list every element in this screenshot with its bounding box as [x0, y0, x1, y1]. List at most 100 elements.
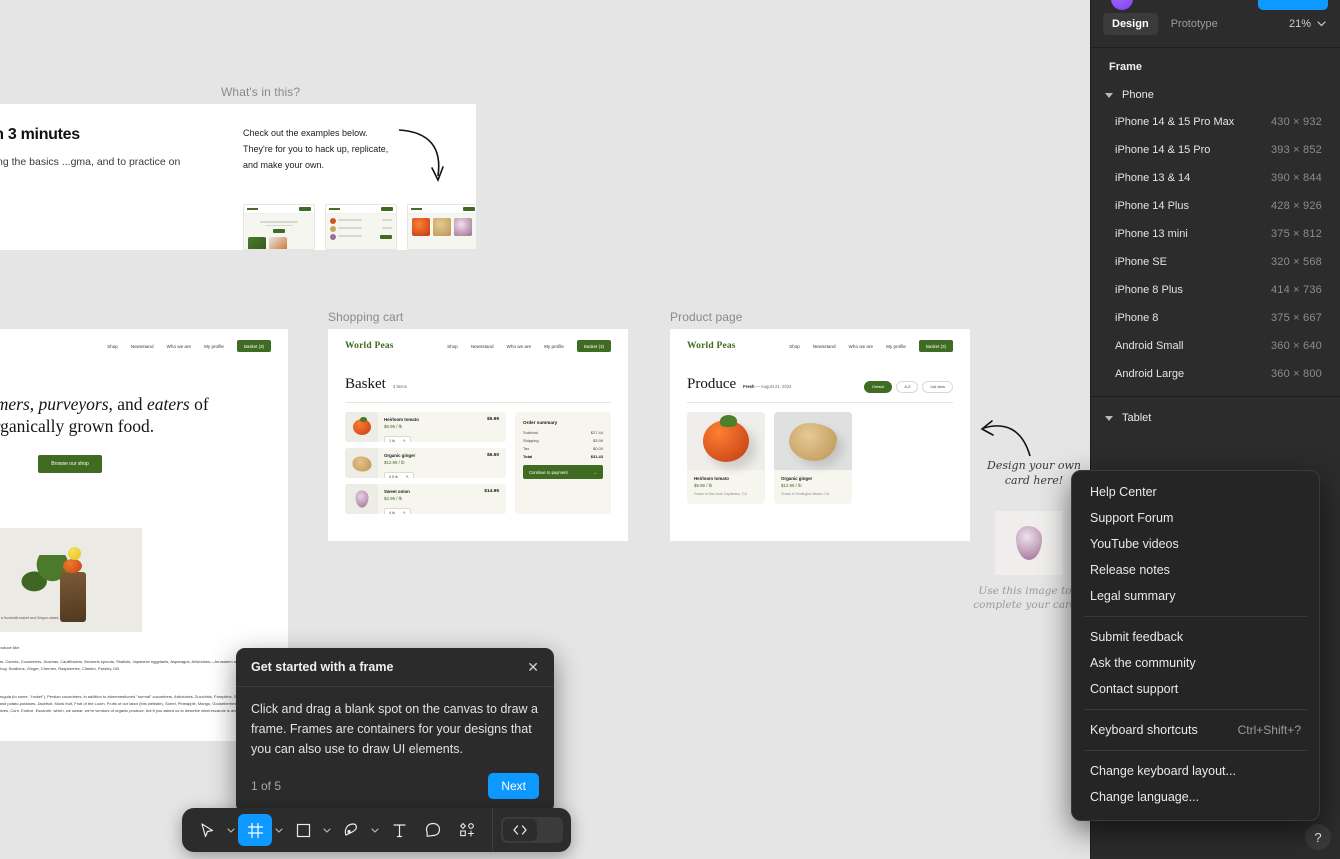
tooltip-body: Click and drag a blank spot on the canva… — [251, 702, 538, 756]
nav-link-who-we-are[interactable]: Who we are — [167, 344, 192, 349]
menu-item-submit-feedback[interactable]: Submit feedback — [1072, 624, 1319, 650]
device-row-iphone-se[interactable]: iPhone SE 320 × 568 — [1091, 248, 1340, 276]
mini-preview-product — [407, 204, 476, 250]
frame-intro[interactable]: ...et Figma, in 3 minutes ...space is fo… — [0, 104, 222, 250]
shape-tool-icon[interactable] — [286, 814, 320, 846]
summary-row-total: Total $31.43 — [523, 454, 603, 459]
device-row-iphone-14-plus[interactable]: iPhone 14 Plus 428 × 926 — [1091, 192, 1340, 220]
device-row-iphone-14-15-pro-max[interactable]: iPhone 14 & 15 Pro Max 430 × 932 — [1091, 108, 1340, 136]
product-nav-my-profile[interactable]: My profile — [886, 344, 906, 349]
chip-default[interactable]: Default — [864, 381, 893, 393]
product-nav-shop[interactable]: Shop — [789, 344, 800, 349]
comment-tool-icon[interactable] — [416, 814, 450, 846]
chip-a-z[interactable]: A-Z — [896, 381, 919, 393]
hero-heading: We're farmers, purveyors, and eaters of … — [0, 394, 209, 437]
product-origin: Grown in Huntington Beach, CA — [781, 492, 830, 496]
dev-mode-toggle[interactable] — [501, 817, 563, 843]
cart-nav-newsstand[interactable]: Newsstand — [471, 344, 494, 349]
cart-site-logo[interactable]: World Peas — [345, 341, 394, 351]
product-card[interactable]: Heirloom tomato $5.99 / lb Grown in San … — [687, 412, 765, 504]
edit-pencil-icon[interactable]: ✎ — [403, 439, 406, 443]
nav-link-my-profile[interactable]: My profile — [204, 344, 224, 349]
frame-label-shopping-cart[interactable]: Shopping cart — [328, 310, 403, 324]
item-total-price: $6.50 — [486, 453, 499, 458]
cart-line-item[interactable]: Heirloom tomato $5.99 / lb 1 lb ✎ $5.99 — [345, 412, 506, 442]
device-row-android-large[interactable]: Android Large 360 × 800 — [1091, 360, 1340, 388]
pen-tool-icon[interactable] — [334, 814, 368, 846]
product-nav-who-we-are[interactable]: Who we are — [849, 344, 874, 349]
nav-basket-button[interactable]: Basket (3) — [236, 340, 271, 352]
product-site-logo[interactable]: World Peas — [687, 341, 736, 351]
zoom-level: 21% — [1288, 17, 1311, 30]
device-group-tablet[interactable]: Tablet — [1091, 405, 1340, 431]
frame-shopping-cart[interactable]: World Peas Shop Newsstand Who we are My … — [328, 329, 628, 541]
site-nav: World Peas Shop Newsstand Who we are My … — [0, 329, 288, 363]
help-context-menu[interactable]: Help Center Support Forum YouTube videos… — [1071, 470, 1320, 821]
shape-tool-chevron-down-icon[interactable] — [320, 827, 334, 833]
tooltip-next-button[interactable]: Next — [488, 773, 539, 800]
move-tool-chevron-down-icon[interactable] — [224, 827, 238, 833]
device-row-iphone-13-14[interactable]: iPhone 13 & 14 390 × 844 — [1091, 164, 1340, 192]
zoom-control[interactable]: 21% — [1289, 18, 1328, 30]
help-fab-button[interactable]: ? — [1305, 824, 1331, 850]
cart-line-item[interactable]: Sweet onion $2.99 / lb 4 lb ✎ $14.95 — [345, 484, 506, 514]
frame-label-whats-in-this[interactable]: What's in this? — [221, 85, 300, 99]
menu-item-legal-summary[interactable]: Legal summary — [1072, 583, 1319, 609]
cart-nav-my-profile[interactable]: My profile — [544, 344, 564, 349]
frame-product-page[interactable]: World Peas Shop Newsstand Who we are My … — [670, 329, 970, 541]
menu-item-change-keyboard-layout[interactable]: Change keyboard layout... — [1072, 758, 1319, 784]
item-quantity-stepper[interactable]: 0.5 lb ✎ — [384, 472, 414, 478]
menu-item-change-language[interactable]: Change language... — [1072, 784, 1319, 810]
item-total-price: $14.95 — [484, 489, 499, 494]
device-row-iphone-8-plus[interactable]: iPhone 8 Plus 414 × 736 — [1091, 276, 1340, 304]
menu-item-keyboard-shortcuts[interactable]: Keyboard shortcuts Ctrl+Shift+? — [1072, 717, 1319, 743]
pen-tool-chevron-down-icon[interactable] — [368, 827, 382, 833]
device-row-iphone-13-mini[interactable]: iPhone 13 mini 375 × 812 — [1091, 220, 1340, 248]
close-icon[interactable]: ✕ — [527, 660, 539, 674]
menu-item-contact-support[interactable]: Contact support — [1072, 676, 1319, 702]
product-price: $12.99 / lb — [781, 483, 802, 488]
product-nav-basket-button[interactable]: Basket (3) — [918, 340, 953, 352]
item-quantity-stepper[interactable]: 4 lb ✎ — [384, 508, 411, 514]
menu-item-release-notes[interactable]: Release notes — [1072, 557, 1319, 583]
menu-item-ask-the-community[interactable]: Ask the community — [1072, 650, 1319, 676]
cart-nav-basket-button[interactable]: Basket (3) — [576, 340, 611, 352]
device-row-iphone-8[interactable]: iPhone 8 375 × 667 — [1091, 304, 1340, 332]
tab-prototype[interactable]: Prototype — [1162, 13, 1227, 35]
frame-label-product-page[interactable]: Product page — [670, 310, 743, 324]
onboarding-tooltip: Get started with a frame ✕ Click and dra… — [236, 648, 554, 822]
cart-nav-who-we-are[interactable]: Who we are — [507, 344, 532, 349]
nav-link-newsstand[interactable]: Newsstand — [131, 344, 154, 349]
continue-to-payment-button[interactable]: Continue to payment → — [523, 465, 603, 479]
item-quantity-stepper[interactable]: 1 lb ✎ — [384, 436, 411, 442]
menu-item-help-center[interactable]: Help Center — [1072, 479, 1319, 505]
chip-list-view[interactable]: List view — [922, 381, 953, 393]
cart-site-nav: World Peas Shop Newsstand Who we are My … — [328, 329, 628, 363]
product-card[interactable]: Organic ginger $12.99 / lb Grown in Hunt… — [774, 412, 852, 504]
edit-pencil-icon[interactable]: ✎ — [406, 475, 409, 479]
cart-line-item[interactable]: Organic ginger $12.99 / lb 0.5 lb ✎ $6.50 — [345, 448, 506, 478]
device-group-label: Phone — [1122, 89, 1154, 101]
frame-whats-in-this[interactable]: Check out the examples below. They're fo… — [221, 104, 476, 250]
item-quantity-value: 4 lb — [389, 510, 395, 515]
cart-nav-shop[interactable]: Shop — [447, 344, 458, 349]
panel-section-title: Frame — [1109, 61, 1143, 73]
text-tool-icon[interactable] — [382, 814, 416, 846]
nav-link-shop[interactable]: Shop — [107, 344, 118, 349]
menu-item-support-forum[interactable]: Support Forum — [1072, 505, 1319, 531]
device-row-android-small[interactable]: Android Small 360 × 640 — [1091, 332, 1340, 360]
move-tool-icon[interactable] — [190, 814, 224, 846]
product-nav-newsstand[interactable]: Newsstand — [813, 344, 836, 349]
frame-tool-chevron-down-icon[interactable] — [272, 827, 286, 833]
device-row-iphone-14-15-pro[interactable]: iPhone 14 & 15 Pro 393 × 852 — [1091, 136, 1340, 164]
tab-design[interactable]: Design — [1103, 12, 1158, 35]
frame-tool-icon[interactable] — [238, 814, 272, 846]
dev-mode-icon — [503, 819, 537, 841]
menu-item-youtube-videos[interactable]: YouTube videos — [1072, 531, 1319, 557]
actions-tool-icon[interactable] — [450, 814, 484, 846]
device-group-phone[interactable]: Phone — [1091, 82, 1340, 108]
edit-pencil-icon[interactable]: ✎ — [403, 511, 406, 515]
item-quantity-value: 0.5 lb — [389, 474, 398, 479]
hero-cta-button[interactable]: Browse our shop — [38, 454, 102, 473]
toolbar-divider — [492, 808, 493, 852]
